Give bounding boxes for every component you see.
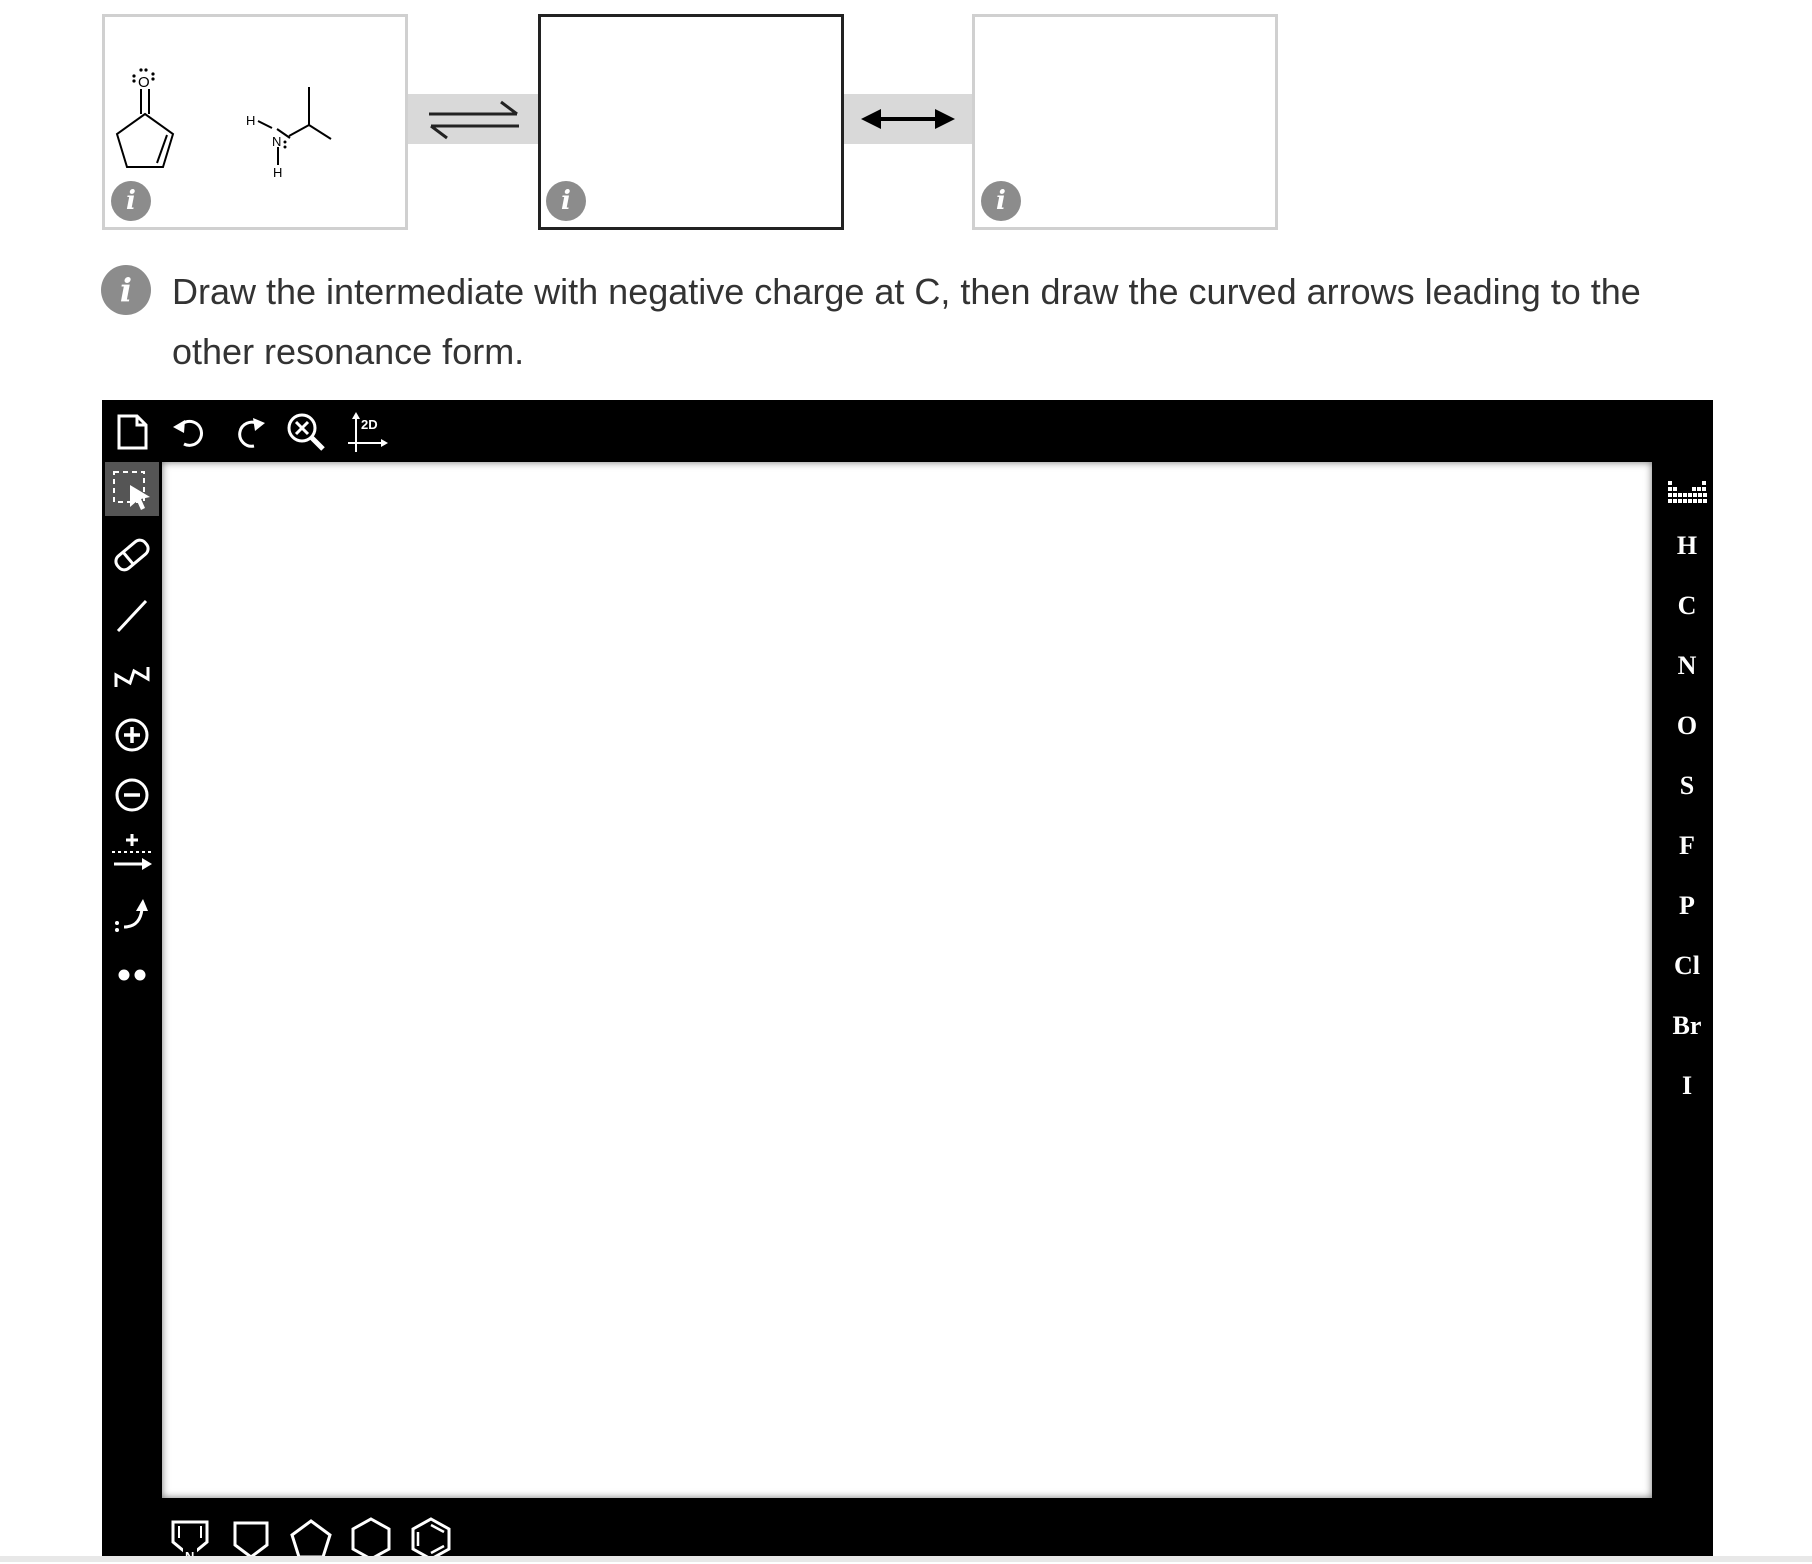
single-bond-icon bbox=[116, 599, 148, 633]
intermediate-drawing-box[interactable]: i bbox=[538, 14, 844, 230]
zoom-clear-button[interactable] bbox=[284, 410, 328, 454]
element-f-button[interactable]: F bbox=[1662, 823, 1712, 869]
undo-button[interactable] bbox=[168, 410, 212, 454]
element-c-button[interactable]: C bbox=[1662, 583, 1712, 629]
curved-arrow-icon bbox=[115, 899, 148, 932]
clean-2d-icon: 2D bbox=[348, 412, 388, 452]
lone-pair-tool[interactable] bbox=[105, 948, 159, 1002]
chain-tool[interactable] bbox=[105, 648, 159, 702]
instruction-info-icon: i bbox=[101, 265, 151, 315]
periodic-table-button[interactable] bbox=[1662, 470, 1712, 516]
amine-h-bottom-label: H bbox=[273, 165, 282, 180]
chain-icon bbox=[114, 667, 150, 687]
negative-charge-tool[interactable] bbox=[105, 768, 159, 822]
redo-button[interactable] bbox=[226, 410, 270, 454]
editor-top-toolbar: 2D bbox=[102, 400, 1713, 462]
element-s-button[interactable]: S bbox=[1662, 763, 1712, 809]
periodic-table-icon bbox=[1668, 481, 1707, 503]
reaction-arrow-icon bbox=[112, 834, 152, 870]
intermediate-info-button[interactable]: i bbox=[546, 181, 586, 221]
element-cl-button[interactable]: Cl bbox=[1662, 943, 1712, 989]
element-p-button[interactable]: P bbox=[1662, 883, 1712, 929]
equilibrium-connector bbox=[408, 94, 539, 144]
reactants-info-button[interactable]: i bbox=[111, 181, 151, 221]
positive-charge-icon bbox=[115, 718, 149, 752]
select-lasso-tool[interactable] bbox=[105, 462, 159, 516]
amine-n-label: N bbox=[272, 134, 281, 149]
zoom-clear-icon bbox=[287, 413, 325, 451]
element-h-button[interactable]: H bbox=[1662, 523, 1712, 569]
element-n-button[interactable]: N bbox=[1662, 643, 1712, 689]
instruction-text: Draw the intermediate with negative char… bbox=[172, 271, 1641, 372]
cyclopentane-template-icon bbox=[290, 1519, 332, 1559]
undo-icon bbox=[173, 419, 203, 447]
new-document-icon bbox=[117, 414, 148, 450]
single-bond-tool[interactable] bbox=[105, 588, 159, 642]
eraser-tool[interactable] bbox=[105, 528, 159, 582]
equilibrium-arrows-icon bbox=[428, 100, 519, 140]
drawing-canvas[interactable] bbox=[162, 462, 1652, 1498]
resonance-form-box[interactable]: i bbox=[972, 14, 1278, 230]
oxygen-label: O bbox=[138, 74, 150, 91]
element-o-button[interactable]: O bbox=[1662, 703, 1712, 749]
clean-2d-button[interactable]: 2D bbox=[346, 410, 390, 454]
molecule-editor: 2D H C N O S F P Cl Br I bbox=[102, 400, 1713, 1562]
clean-2d-label: 2D bbox=[361, 417, 378, 432]
reactants-box[interactable]: O H N H i bbox=[102, 14, 408, 230]
curved-arrow-tool[interactable] bbox=[105, 888, 159, 942]
page-bottom-edge bbox=[0, 1556, 1812, 1562]
eraser-icon bbox=[114, 538, 150, 572]
redo-icon bbox=[238, 418, 265, 448]
negative-charge-icon bbox=[115, 778, 149, 812]
new-document-button[interactable] bbox=[110, 410, 154, 454]
positive-charge-tool[interactable] bbox=[105, 708, 159, 762]
reaction-arrow-tool[interactable] bbox=[105, 828, 159, 882]
lone-pair-icon bbox=[118, 969, 146, 981]
resonance-form-info-button[interactable]: i bbox=[981, 181, 1021, 221]
cyclobutane-template-icon bbox=[233, 1521, 269, 1559]
amine-h-left-label: H bbox=[246, 113, 255, 128]
resonance-connector bbox=[844, 94, 972, 144]
select-lasso-icon bbox=[113, 471, 150, 510]
element-br-button[interactable]: Br bbox=[1662, 1003, 1712, 1049]
resonance-double-arrow-icon bbox=[861, 109, 955, 129]
element-i-button[interactable]: I bbox=[1662, 1063, 1712, 1109]
